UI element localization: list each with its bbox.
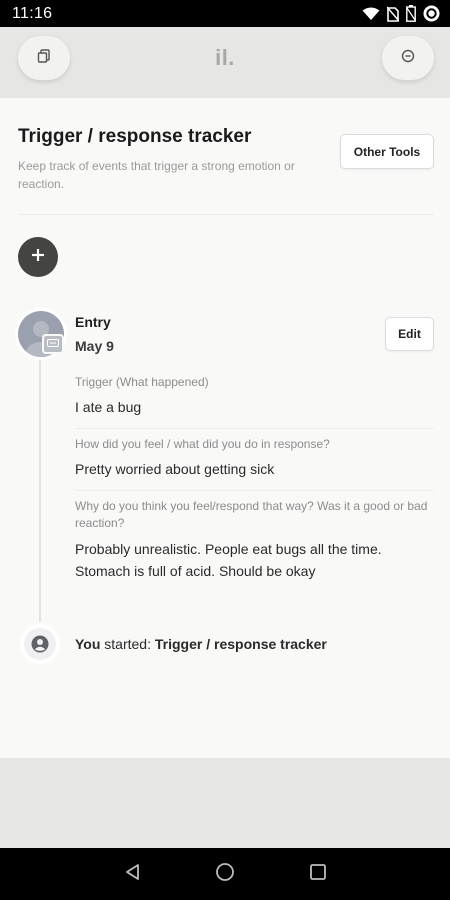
started-text: You started: Trigger / response tracker: [75, 636, 327, 652]
divider: [75, 428, 434, 429]
recents-icon: [309, 863, 327, 886]
settings-dot-icon: [401, 49, 415, 68]
battery-icon: [406, 5, 416, 22]
navigation-bar: [0, 848, 450, 900]
question-label: How did you feel / what did you do in re…: [75, 437, 330, 451]
home-icon: [215, 862, 235, 887]
answer-text: I ate a bug: [75, 399, 142, 415]
answer-text: Pretty worried about getting sick: [75, 461, 275, 477]
comment-icon: [42, 334, 64, 354]
home-button[interactable]: [213, 862, 237, 886]
wifi-icon: [362, 7, 380, 21]
divider: [18, 214, 434, 215]
plus-icon: [31, 248, 45, 267]
entry-label: Entry: [75, 314, 111, 330]
started-you: You: [75, 636, 101, 652]
page-title: Trigger / response tracker: [18, 126, 252, 147]
started-tool-name: Trigger / response tracker: [154, 636, 327, 652]
add-entry-button[interactable]: [18, 237, 58, 277]
user-icon: [24, 628, 56, 660]
app-header: il.: [0, 27, 450, 98]
status-time: 11:16: [12, 4, 53, 22]
timeline-line: [39, 356, 41, 622]
status-bar: 11:16: [0, 0, 450, 27]
bottom-area: [0, 758, 450, 848]
answer-text: Probably unrealistic. People eat bugs al…: [75, 541, 382, 579]
data-saver-icon: [423, 5, 440, 22]
no-sim-icon: [387, 6, 399, 22]
back-icon: [124, 863, 142, 886]
other-tools-button[interactable]: Other Tools: [340, 134, 434, 169]
divider: [75, 490, 434, 491]
back-button[interactable]: [121, 862, 145, 886]
edit-button[interactable]: Edit: [385, 317, 434, 351]
entry-date: May 9: [75, 338, 114, 354]
main-content: Trigger / response tracker Keep track of…: [0, 98, 450, 758]
started-verb: started:: [104, 636, 151, 652]
page-description: Keep track of events that trigger a stro…: [18, 159, 295, 191]
question-label: Trigger (What happened): [75, 375, 209, 389]
question-label: Why do you think you feel/respond that w…: [75, 499, 428, 530]
status-icons: [362, 5, 440, 22]
settings-button[interactable]: [382, 36, 434, 80]
recents-button[interactable]: [306, 862, 330, 886]
